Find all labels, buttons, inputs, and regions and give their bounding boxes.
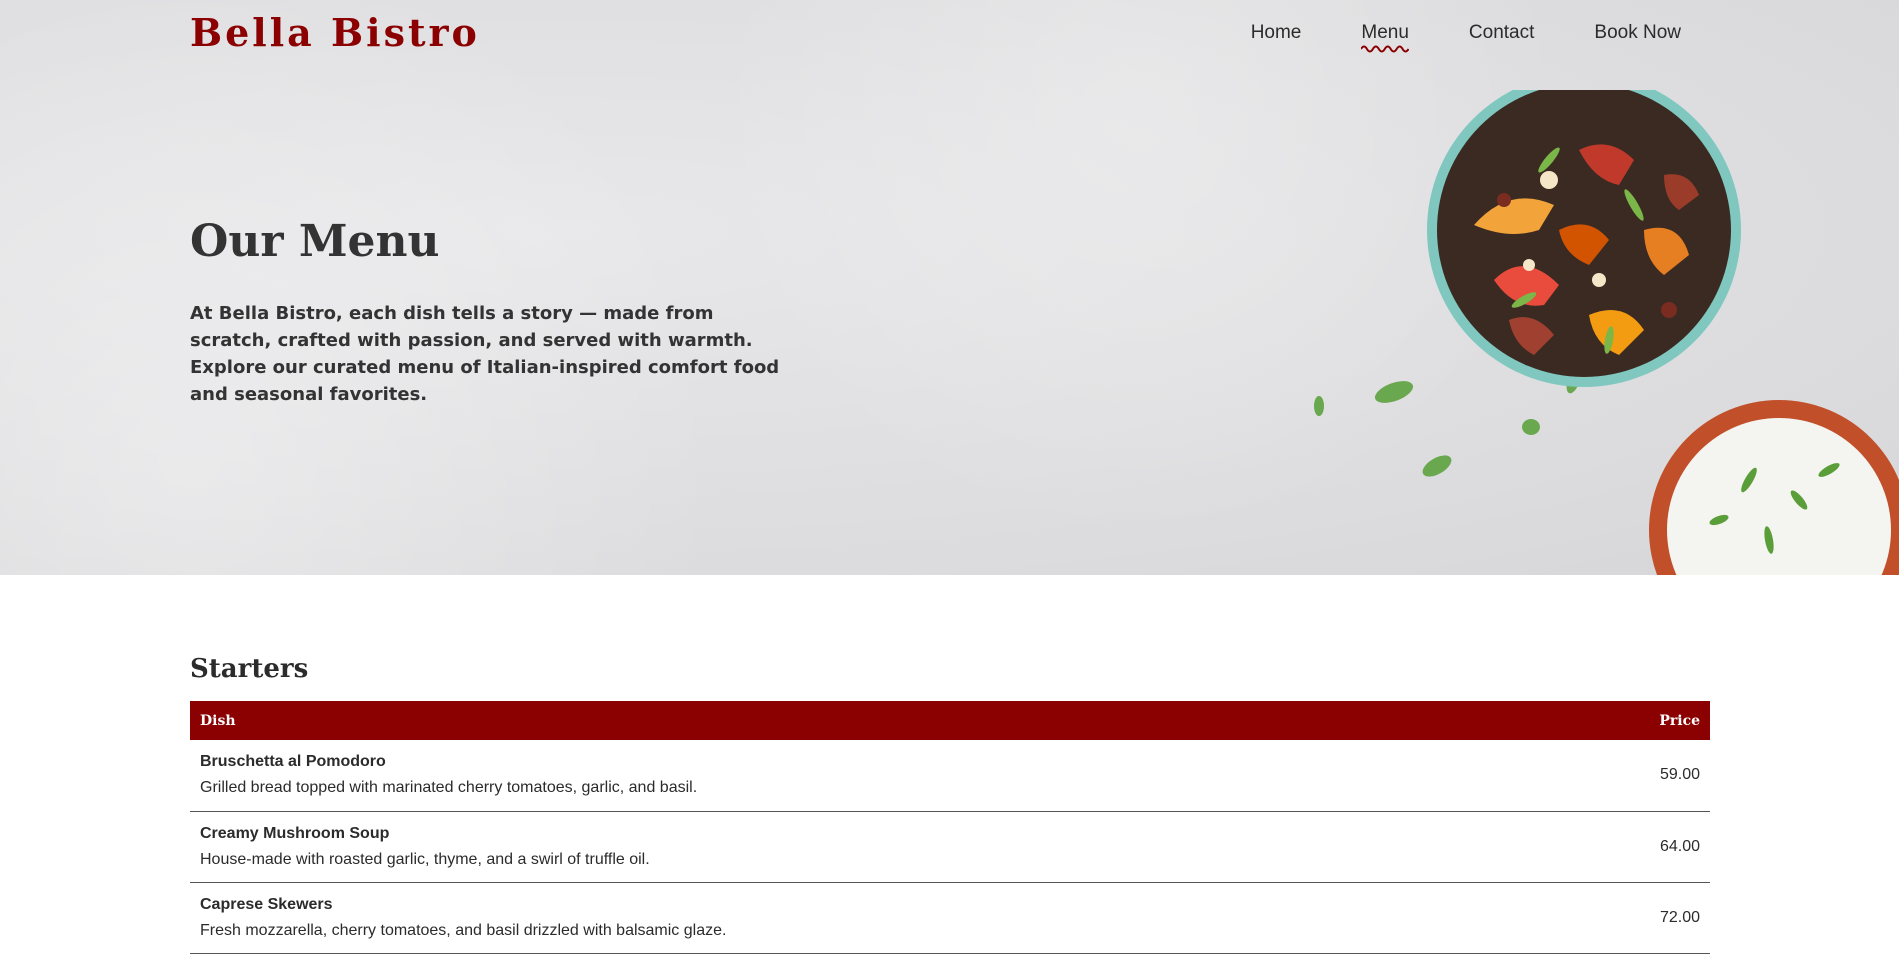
main-nav: Home Menu Contact Book Now bbox=[1251, 22, 1681, 53]
nav-menu-label: Menu bbox=[1361, 22, 1409, 43]
brand-logo[interactable]: Bella Bistro bbox=[190, 10, 480, 55]
hero-banner: Bella Bistro Home Menu Contact Book Now … bbox=[0, 0, 1899, 575]
nav-contact-label: Contact bbox=[1468, 22, 1535, 43]
table-row: Caprese Skewers Fresh mozzarella, cherry… bbox=[190, 882, 1710, 954]
dish-price: 59.00 bbox=[1558, 740, 1710, 812]
section-title-starters: Starters bbox=[190, 654, 309, 684]
table-header-row: Dish Price bbox=[190, 701, 1710, 740]
dish-price: 72.00 bbox=[1558, 882, 1710, 954]
table-row: Bruschetta al Pomodoro Grilled bread top… bbox=[190, 740, 1710, 812]
page-title: Our Menu bbox=[190, 216, 440, 267]
food-bowls-image bbox=[1314, 90, 1899, 575]
nav-contact[interactable]: Contact bbox=[1469, 22, 1534, 52]
starters-table: Dish Price Bruschetta al Pomodoro Grille… bbox=[190, 701, 1710, 954]
dish-cell: Caprese Skewers Fresh mozzarella, cherry… bbox=[190, 882, 1559, 954]
nav-book-now-label: Book Now bbox=[1594, 22, 1681, 43]
hero-description: At Bella Bistro, each dish tells a story… bbox=[190, 303, 780, 405]
active-underline-icon bbox=[1361, 45, 1409, 53]
dish-price: 64.00 bbox=[1558, 811, 1710, 883]
nav-menu[interactable]: Menu bbox=[1361, 22, 1409, 53]
dish-description: Grilled bread topped with marinated cher… bbox=[200, 779, 698, 797]
nav-home-label: Home bbox=[1250, 22, 1302, 43]
dish-cell: Bruschetta al Pomodoro Grilled bread top… bbox=[190, 740, 1559, 812]
dish-name: Creamy Mushroom Soup bbox=[200, 824, 390, 842]
table-row: Creamy Mushroom Soup House-made with roa… bbox=[190, 811, 1710, 883]
nav-book-now[interactable]: Book Now bbox=[1594, 22, 1681, 52]
dish-name: Caprese Skewers bbox=[200, 895, 333, 913]
column-header-dish: Dish bbox=[190, 701, 1559, 740]
column-header-price: Price bbox=[1558, 701, 1710, 740]
dish-name: Bruschetta al Pomodoro bbox=[200, 753, 386, 771]
nav-home[interactable]: Home bbox=[1251, 22, 1302, 52]
dish-cell: Creamy Mushroom Soup House-made with roa… bbox=[190, 811, 1559, 883]
dish-description: Fresh mozzarella, cherry tomatoes, and b… bbox=[200, 921, 727, 939]
dish-description: House-made with roasted garlic, thyme, a… bbox=[200, 850, 650, 868]
